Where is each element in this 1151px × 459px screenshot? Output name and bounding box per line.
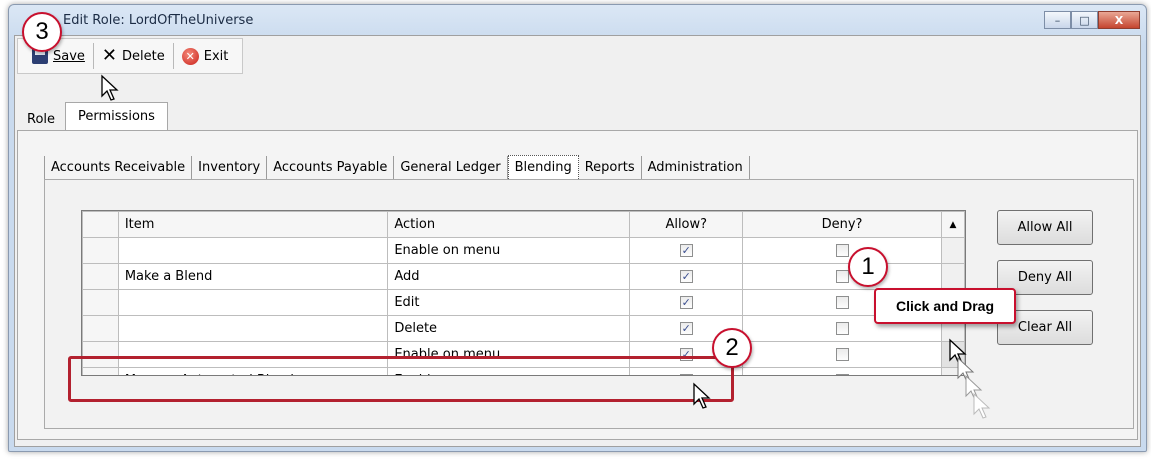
- tab-permissions[interactable]: Permissions: [65, 102, 168, 131]
- cursor-arrow-icon: [693, 382, 711, 409]
- table-row[interactable]: Make a Blend Add ✓: [82, 263, 965, 290]
- click-and-drag-tooltip: Click and Drag: [874, 288, 1016, 324]
- deny-cell: [742, 367, 942, 375]
- column-header-deny[interactable]: Deny?: [742, 211, 942, 238]
- window-controls: – □ X: [1044, 11, 1140, 29]
- outer-tab-strip: Role Permissions: [17, 102, 168, 131]
- deny-cell: [742, 263, 942, 290]
- maximize-button[interactable]: □: [1071, 11, 1098, 29]
- cursor-arrow-icon: [101, 74, 119, 101]
- item-cell[interactable]: [117, 289, 389, 316]
- deny-checkbox[interactable]: [835, 322, 849, 335]
- callout-1: 1: [848, 247, 888, 287]
- item-cell[interactable]: Make a Blend: [117, 263, 389, 290]
- row-header-corner: [82, 211, 119, 238]
- table-row[interactable]: Delete ✓: [82, 315, 965, 342]
- delete-icon: ✕: [101, 45, 118, 66]
- allow-checkbox[interactable]: ✓: [679, 244, 693, 257]
- allow-cell: ✓: [629, 289, 744, 316]
- deny-checkbox[interactable]: [835, 270, 849, 283]
- scrollbar-track[interactable]: [940, 237, 965, 264]
- tab-accounts-receivable[interactable]: Accounts Receivable: [44, 156, 193, 179]
- permissions-grid[interactable]: Item Action Allow? Deny? ▲ Enable on men…: [81, 210, 966, 376]
- tab-blending[interactable]: Blending: [507, 155, 579, 179]
- delete-button[interactable]: ✕ Delete: [94, 42, 173, 70]
- exit-icon: ✕: [181, 47, 199, 65]
- allow-checkbox[interactable]: ✓: [679, 322, 693, 335]
- permissions-table: Item Action Allow? Deny? ▲ Enable on men…: [82, 211, 965, 375]
- title-bar: Edit Role: LordOfTheUniverse – □ X: [9, 5, 1146, 35]
- delete-label: Delete: [122, 48, 165, 64]
- row-header-cell[interactable]: [82, 315, 119, 342]
- action-cell[interactable]: Add: [387, 263, 631, 290]
- action-cell[interactable]: Edit: [387, 289, 631, 316]
- row-highlight-box: [68, 356, 734, 402]
- tab-general-ledger[interactable]: General Ledger: [394, 156, 508, 179]
- column-header-action[interactable]: Action: [387, 211, 631, 238]
- deny-cell: [742, 237, 942, 264]
- column-header-item[interactable]: Item: [117, 211, 389, 238]
- scrollbar-track[interactable]: [940, 263, 965, 290]
- tab-role[interactable]: Role: [17, 108, 65, 131]
- close-button[interactable]: X: [1098, 11, 1140, 29]
- table-row[interactable]: Edit ✓: [82, 289, 965, 316]
- row-header-cell[interactable]: [82, 237, 119, 264]
- deny-cell: [742, 341, 942, 368]
- action-cell[interactable]: Enable on menu: [387, 237, 631, 264]
- save-label: Save: [53, 48, 85, 64]
- action-cell[interactable]: Delete: [387, 315, 631, 342]
- deny-checkbox[interactable]: [835, 244, 849, 257]
- exit-button[interactable]: ✕ Exit: [174, 42, 237, 70]
- allow-all-button[interactable]: Allow All: [997, 210, 1093, 245]
- deny-checkbox[interactable]: [835, 348, 849, 361]
- tab-accounts-payable[interactable]: Accounts Payable: [267, 156, 395, 179]
- allow-cell: ✓: [629, 237, 744, 264]
- callout-2: 2: [712, 328, 752, 368]
- callout-3: 3: [22, 12, 62, 52]
- deny-checkbox[interactable]: [835, 296, 849, 309]
- allow-cell: ✓: [629, 263, 744, 290]
- exit-label: Exit: [203, 48, 229, 64]
- deny-checkbox[interactable]: [835, 374, 849, 375]
- tab-reports[interactable]: Reports: [579, 156, 642, 179]
- item-cell[interactable]: [117, 237, 389, 264]
- drag-cursor-icon: [949, 338, 991, 419]
- window-title: Edit Role: LordOfTheUniverse: [63, 13, 254, 28]
- scroll-up-arrow[interactable]: ▲: [940, 211, 965, 238]
- column-header-allow[interactable]: Allow?: [629, 211, 744, 238]
- item-cell[interactable]: [117, 315, 389, 342]
- row-header-cell[interactable]: [82, 289, 119, 316]
- row-header-cell[interactable]: [82, 263, 119, 290]
- module-tab-strip: Accounts Receivable Inventory Accounts P…: [44, 155, 750, 179]
- grid-header-row: Item Action Allow? Deny? ▲: [82, 211, 965, 238]
- tab-administration[interactable]: Administration: [642, 156, 750, 179]
- allow-checkbox[interactable]: ✓: [679, 296, 693, 309]
- table-row[interactable]: Enable on menu ✓: [82, 237, 965, 264]
- minimize-button[interactable]: –: [1044, 11, 1071, 29]
- allow-checkbox[interactable]: ✓: [679, 270, 693, 283]
- tab-inventory[interactable]: Inventory: [192, 156, 268, 179]
